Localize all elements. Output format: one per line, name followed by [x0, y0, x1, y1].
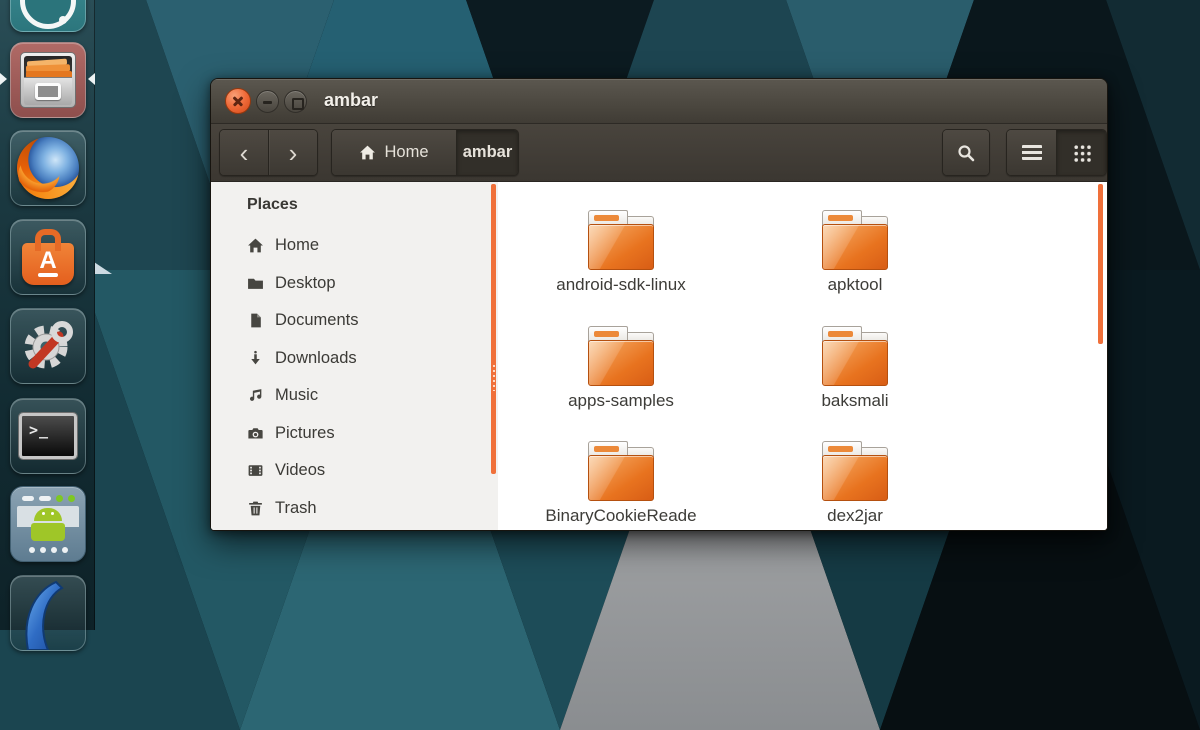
view-toggle-group	[1006, 129, 1107, 176]
terminal-icon: >_	[19, 413, 77, 459]
sidebar-scrollbar[interactable]	[491, 184, 496, 474]
launcher-item-system-settings[interactable]	[10, 308, 86, 384]
places-sidebar: Places Home Desktop Documents Downloads	[211, 182, 491, 531]
launcher-item-terminal[interactable]: >_	[10, 398, 86, 474]
folder-icon	[822, 441, 888, 501]
folder-item[interactable]: android-sdk-linux	[504, 182, 738, 298]
launcher-item-android-emulator[interactable]	[10, 486, 86, 562]
folder-icon	[588, 441, 654, 501]
file-cabinet-icon	[20, 52, 76, 108]
toolbar: ‹ › Home ambar	[211, 124, 1107, 182]
home-icon	[359, 144, 376, 161]
list-view-icon	[1022, 145, 1042, 160]
breadcrumb-home[interactable]: Home	[332, 130, 456, 175]
software-center-bag-icon: A	[22, 243, 74, 285]
pane-separator	[491, 182, 498, 531]
folder-name: BinaryCookieReade	[545, 506, 696, 526]
sidebar-item-desktop[interactable]: Desktop	[211, 265, 491, 303]
launcher-item-software-center[interactable]: A	[10, 219, 86, 295]
grid-view-icon	[1073, 144, 1091, 162]
download-arrow-icon	[247, 350, 264, 367]
folder-icon	[588, 326, 654, 386]
launcher-item-wireshark[interactable]	[10, 575, 86, 651]
launcher-item-files[interactable]	[10, 42, 86, 118]
window-title: ambar	[324, 90, 378, 111]
launcher-item-firefox[interactable]	[10, 130, 86, 206]
folder-item[interactable]: dex2jar	[738, 413, 972, 529]
breadcrumb: Home ambar	[331, 129, 519, 176]
nav-button-group: ‹ ›	[219, 129, 318, 176]
folder-item[interactable]: apps-samples	[504, 298, 738, 414]
grid-view-button[interactable]	[1056, 130, 1106, 175]
unity-launcher: A >_	[0, 0, 95, 630]
folder-name: android-sdk-linux	[556, 275, 685, 295]
sidebar-item-downloads[interactable]: Downloads	[211, 340, 491, 378]
window-body: Places Home Desktop Documents Downloads	[211, 182, 1107, 531]
folder-item[interactable]: baksmali	[738, 298, 972, 414]
close-button[interactable]	[225, 88, 251, 114]
search-button-group	[942, 129, 990, 176]
folder-icon	[588, 210, 654, 270]
running-indicator-arrow	[0, 73, 7, 85]
document-icon	[247, 312, 264, 329]
search-icon	[956, 143, 976, 163]
minimize-button[interactable]	[256, 90, 279, 113]
sidebar-item-pictures[interactable]: Pictures	[211, 415, 491, 453]
folder-name: dex2jar	[827, 506, 883, 526]
folder-name: apps-samples	[568, 391, 674, 411]
maximize-button[interactable]	[284, 90, 307, 113]
camera-icon	[247, 425, 264, 442]
forward-button[interactable]: ›	[268, 130, 317, 176]
icon-grid: android-sdk-linux apktool apps-samples	[504, 182, 984, 529]
folder-item[interactable]: apktool	[738, 182, 972, 298]
file-manager-window: ambar ‹ › Home ambar	[210, 78, 1108, 531]
android-robot-icon	[17, 493, 79, 555]
titlebar[interactable]: ambar	[211, 79, 1107, 124]
back-button[interactable]: ‹	[220, 130, 268, 176]
folder-name: baksmali	[821, 391, 888, 411]
launcher-item-ubuntu-dash[interactable]	[10, 0, 86, 32]
sidebar-item-trash[interactable]: Trash	[211, 490, 491, 528]
search-button[interactable]	[943, 130, 989, 175]
folder-name: apktool	[828, 275, 883, 295]
gear-wrench-icon	[19, 317, 77, 375]
sidebar-item-home[interactable]: Home	[211, 227, 491, 265]
music-notes-icon	[247, 387, 264, 404]
breadcrumb-current-folder[interactable]: ambar	[456, 130, 518, 175]
focused-indicator-arrow	[88, 73, 95, 85]
sidebar-header: Places	[211, 196, 491, 214]
folder-contents-pane: android-sdk-linux apktool apps-samples	[498, 182, 1107, 531]
home-icon	[247, 237, 264, 254]
back-icon: ‹	[240, 140, 249, 166]
sidebar-item-music[interactable]: Music	[211, 377, 491, 415]
trash-icon	[247, 500, 264, 517]
forward-icon: ›	[289, 140, 298, 166]
terminal-prompt: >_	[29, 421, 49, 439]
ubuntu-logo-icon	[20, 0, 76, 29]
list-view-button[interactable]	[1007, 130, 1056, 175]
film-strip-icon	[247, 462, 264, 479]
content-scrollbar[interactable]	[1098, 184, 1103, 344]
sidebar-item-documents[interactable]: Documents	[211, 302, 491, 340]
sidebar-item-videos[interactable]: Videos	[211, 452, 491, 490]
folder-icon	[822, 210, 888, 270]
folder-icon	[822, 326, 888, 386]
folder-item[interactable]: BinaryCookieReade	[504, 413, 738, 529]
firefox-icon	[17, 137, 79, 199]
desktop-folder-icon	[247, 275, 264, 292]
wireshark-fin-icon	[16, 576, 80, 650]
